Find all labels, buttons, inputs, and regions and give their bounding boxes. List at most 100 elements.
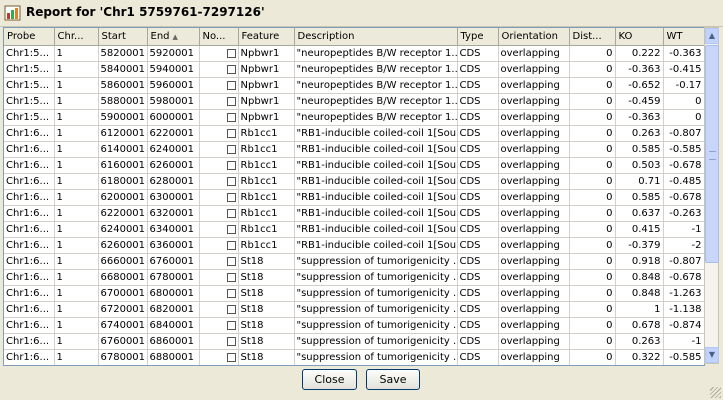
- table-row[interactable]: Chr1:5... 1 5820001 5920001 Npbwr1 "neuropept…: [4, 45, 704, 62]
- table-row[interactable]: Chr1:6... 1 6780001 6880001 St18 "suppression…: [4, 349, 704, 365]
- table-cell: Chr1:5...: [4, 61, 55, 78]
- table-row[interactable]: Chr1:6... 1 6240001 6340001 Rb1cc1 "RB1-induc…: [4, 221, 704, 238]
- table-cell: CDS: [457, 173, 499, 190]
- column-header-3[interactable]: End ▲: [147, 28, 200, 46]
- table-cell: -0.678: [663, 269, 704, 286]
- column-header-2[interactable]: Start: [98, 28, 148, 46]
- table-cell: "suppression of tumorigenicity ...: [294, 253, 458, 270]
- checkbox-icon[interactable]: [226, 144, 236, 154]
- table-cell: Chr1:6...: [4, 125, 55, 142]
- resize-grip-icon[interactable]: [710, 387, 721, 398]
- table-cell: 6240001: [98, 221, 148, 238]
- table-row[interactable]: Chr1:6... 1 6680001 6780001 St18 "suppression…: [4, 269, 704, 286]
- table-cell: Chr1:6...: [4, 221, 55, 238]
- checkbox-icon[interactable]: [226, 320, 236, 330]
- column-header-11[interactable]: WT: [663, 28, 704, 46]
- table-cell: Chr1:5...: [4, 77, 55, 94]
- column-header-9[interactable]: Dist...: [569, 28, 616, 46]
- checkbox-icon[interactable]: [226, 224, 236, 234]
- checkbox-icon[interactable]: [226, 96, 236, 106]
- table-cell: 5940001: [147, 61, 200, 78]
- checkbox-icon[interactable]: [226, 192, 236, 202]
- column-header-0[interactable]: Probe: [4, 28, 55, 46]
- checkbox-icon[interactable]: [226, 48, 236, 58]
- table-row[interactable]: Chr1:5... 1 5840001 5940001 Npbwr1 "neuropept…: [4, 61, 704, 78]
- table-cell: overlapping: [498, 269, 570, 286]
- checkbox-icon[interactable]: [226, 128, 236, 138]
- table-cell: 1: [54, 61, 99, 78]
- table-cell: 1: [54, 269, 99, 286]
- table-cell: CDS: [457, 125, 499, 142]
- table-row[interactable]: Chr1:6... 1 6260001 6360001 Rb1cc1 "RB1-induc…: [4, 237, 704, 254]
- checkbox-icon[interactable]: [226, 112, 236, 122]
- table-cell: [199, 285, 239, 302]
- checkbox-icon[interactable]: [226, 256, 236, 266]
- checkbox-icon[interactable]: [226, 240, 236, 250]
- table-row[interactable]: Chr1:6... 1 6700001 6800001 St18 "suppression…: [4, 285, 704, 302]
- checkbox-icon[interactable]: [226, 176, 236, 186]
- checkbox-icon[interactable]: [226, 64, 236, 74]
- table-row[interactable]: Chr1:6... 1 6660001 6760001 St18 "suppression…: [4, 253, 704, 270]
- column-header-8[interactable]: Orientation: [498, 28, 570, 46]
- table-row[interactable]: Chr1:5... 1 5860001 5960001 Npbwr1 "neuropept…: [4, 77, 704, 94]
- table-cell: 0.585: [615, 141, 664, 158]
- checkbox-icon[interactable]: [226, 80, 236, 90]
- checkbox-icon[interactable]: [226, 352, 236, 362]
- checkbox-icon[interactable]: [226, 160, 236, 170]
- table-cell: CDS: [457, 45, 499, 62]
- table-cell: 0: [569, 205, 616, 222]
- table-row[interactable]: Chr1:6... 1 6720001 6820001 St18 "suppression…: [4, 301, 704, 318]
- table-cell: 5840001: [98, 61, 148, 78]
- table-row[interactable]: Chr1:5... 1 5880001 5980001 Npbwr1 "neuropept…: [4, 93, 704, 110]
- table-cell: [199, 253, 239, 270]
- table-cell: 1: [54, 45, 99, 62]
- scroll-down-button[interactable]: ▼: [705, 347, 719, 363]
- column-header-5[interactable]: Feature: [238, 28, 295, 46]
- table-cell: Rb1cc1: [238, 157, 295, 174]
- scroll-up-button[interactable]: ▲: [705, 28, 719, 44]
- table-row[interactable]: Chr1:6... 1 6760001 6860001 St18 "suppression…: [4, 333, 704, 350]
- table-row[interactable]: Chr1:6... 1 6120001 6220001 Rb1cc1 "RB1-induc…: [4, 125, 704, 142]
- table-cell: 1: [54, 349, 99, 365]
- table-cell: 0.637: [615, 205, 664, 222]
- table-row[interactable]: Chr1:6... 1 6160001 6260001 Rb1cc1 "RB1-induc…: [4, 157, 704, 174]
- table-cell: -0.874: [663, 317, 704, 334]
- table-row[interactable]: Chr1:6... 1 6180001 6280001 Rb1cc1 "RB1-induc…: [4, 173, 704, 190]
- save-button[interactable]: Save: [366, 369, 420, 390]
- table-cell: CDS: [457, 285, 499, 302]
- column-header-10[interactable]: KO: [615, 28, 664, 46]
- table-cell: 6360001: [147, 237, 200, 254]
- checkbox-icon[interactable]: [226, 288, 236, 298]
- table-cell: [199, 269, 239, 286]
- table-row[interactable]: Chr1:5... 1 5900001 6000001 Npbwr1 "neuropept…: [4, 109, 704, 126]
- table-cell: 1: [54, 317, 99, 334]
- checkbox-icon[interactable]: [226, 336, 236, 346]
- table-cell: overlapping: [498, 141, 570, 158]
- close-button[interactable]: Close: [302, 369, 357, 390]
- table-cell: 0.263: [615, 333, 664, 350]
- table-cell: 6160001: [98, 157, 148, 174]
- scrollbar-thumb[interactable]: [705, 45, 719, 263]
- table-cell: 1: [54, 125, 99, 142]
- table-cell: 0.222: [615, 45, 664, 62]
- table-row[interactable]: Chr1:6... 1 6220001 6320001 Rb1cc1 "RB1-induc…: [4, 205, 704, 222]
- table-cell: 0: [569, 269, 616, 286]
- column-header-6[interactable]: Description: [294, 28, 458, 46]
- column-header-4[interactable]: No...: [199, 28, 239, 46]
- table-cell: overlapping: [498, 253, 570, 270]
- column-header-7[interactable]: Type: [457, 28, 499, 46]
- checkbox-icon[interactable]: [226, 208, 236, 218]
- table-cell: -0.807: [663, 253, 704, 270]
- column-header-1[interactable]: Chr...: [54, 28, 99, 46]
- table-cell: CDS: [457, 109, 499, 126]
- table-row[interactable]: Chr1:6... 1 6140001 6240001 Rb1cc1 "RB1-induc…: [4, 141, 704, 158]
- table-row[interactable]: Chr1:6... 1 6740001 6840001 St18 "suppression…: [4, 317, 704, 334]
- table-cell: 1: [54, 93, 99, 110]
- checkbox-icon[interactable]: [226, 272, 236, 282]
- table-row[interactable]: Chr1:6... 1 6200001 6300001 Rb1cc1 "RB1-induc…: [4, 189, 704, 206]
- table-cell: 0.322: [615, 349, 664, 365]
- table-cell: overlapping: [498, 317, 570, 334]
- vertical-scrollbar[interactable]: ▲ ▼: [704, 27, 719, 364]
- report-table[interactable]: Probe Chr... Start End ▲ No... Feature Descript…: [3, 27, 705, 366]
- checkbox-icon[interactable]: [226, 304, 236, 314]
